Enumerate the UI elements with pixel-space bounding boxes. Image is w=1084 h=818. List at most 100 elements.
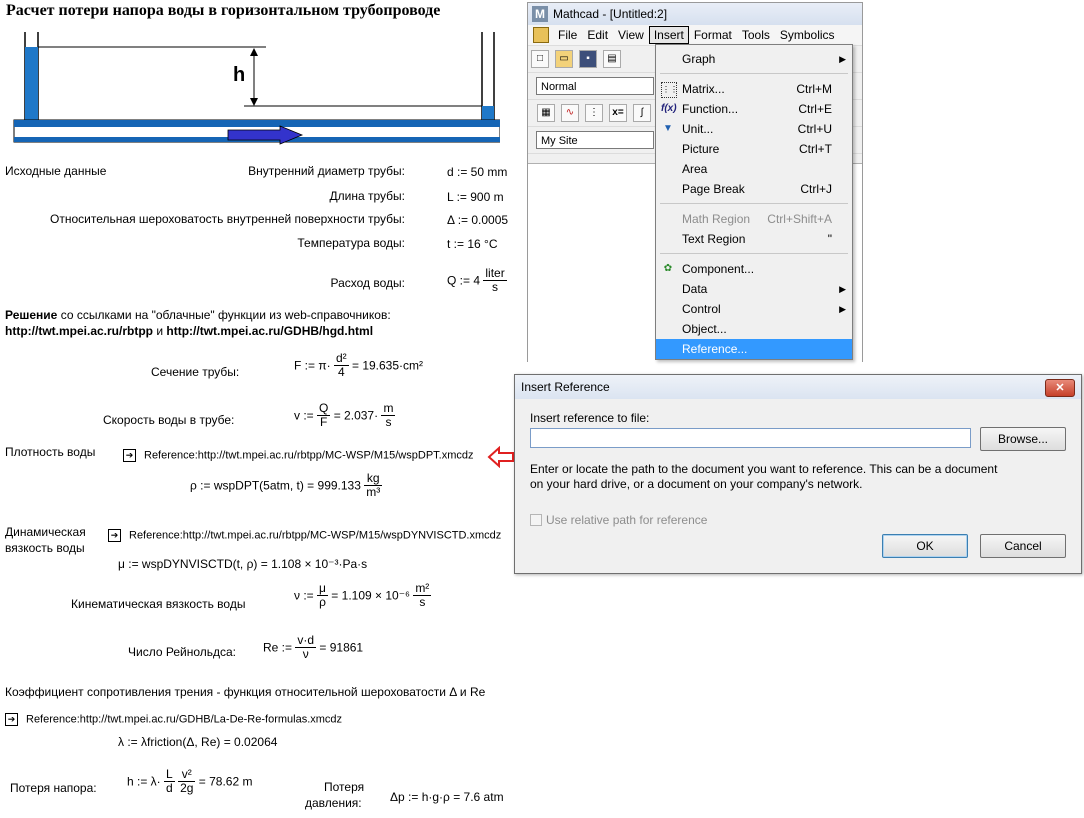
menu-item-reference[interactable]: Reference... bbox=[656, 339, 852, 359]
mathcad-logo-icon: M bbox=[532, 6, 548, 22]
temperature-expr: t := 16 °C bbox=[447, 237, 498, 251]
red-pointer-arrow-icon bbox=[487, 446, 514, 468]
dynvisc-reference[interactable]: ➔ Reference:http://twt.mpei.ac.ru/rbtpp/M… bbox=[108, 529, 501, 542]
open-folder-icon[interactable]: ▭ bbox=[555, 50, 573, 68]
window-title: Mathcad - [Untitled:2] bbox=[553, 7, 668, 21]
flow-expr: Q := 4 liter s bbox=[447, 266, 507, 294]
menu-insert[interactable]: Insert bbox=[648, 26, 689, 44]
menu-symbolics[interactable]: Symbolics bbox=[775, 26, 840, 44]
velocity-label: Скорость воды в трубе: bbox=[103, 413, 235, 427]
calculator-icon[interactable]: ▦ bbox=[537, 104, 555, 122]
relative-path-label: Use relative path for reference bbox=[546, 513, 708, 527]
menu-item-page-break[interactable]: Page Break Ctrl+J bbox=[656, 179, 852, 199]
length-label: Длина трубы: bbox=[329, 189, 405, 203]
insert-reference-dialog: Insert Reference ✕ Insert reference to f… bbox=[514, 374, 1082, 574]
menu-format[interactable]: Format bbox=[689, 26, 737, 44]
reference-arrow-icon: ➔ bbox=[108, 529, 121, 542]
menu-item-area[interactable]: Area bbox=[656, 159, 852, 179]
reference-field-label: Insert reference to file: bbox=[530, 411, 650, 425]
reference-arrow-icon: ➔ bbox=[123, 449, 136, 462]
dynvisc-label-line1: Динамическая bbox=[5, 525, 86, 539]
matrix-icon: ⋮⋮ bbox=[661, 82, 678, 98]
menu-item-text-region[interactable]: Text Region " bbox=[656, 229, 852, 249]
relative-path-checkbox[interactable] bbox=[530, 514, 542, 526]
reference-arrow-icon: ➔ bbox=[5, 713, 18, 726]
submenu-arrow-icon: ▶ bbox=[839, 304, 846, 314]
new-document-icon[interactable]: □ bbox=[531, 50, 549, 68]
menu-view[interactable]: View bbox=[613, 26, 649, 44]
help-text-line1: Enter or locate the path to the document… bbox=[530, 462, 998, 476]
temperature-label: Температура воды: bbox=[297, 236, 405, 250]
submenu-arrow-icon: ▶ bbox=[839, 54, 846, 64]
save-icon[interactable]: ▪ bbox=[579, 50, 597, 68]
headloss-expr: h := λ· Ld v² 2g = 78.62 m bbox=[127, 767, 253, 795]
menu-item-unit[interactable]: ▼ Unit... Ctrl+U bbox=[656, 119, 852, 139]
component-icon: ✿ bbox=[663, 263, 673, 274]
reference-path-input[interactable] bbox=[530, 428, 971, 448]
menu-edit[interactable]: Edit bbox=[582, 26, 613, 44]
cancel-button[interactable]: Cancel bbox=[980, 534, 1066, 558]
link-rbtpp[interactable]: http://twt.mpei.ac.ru/rbtpp bbox=[5, 324, 153, 338]
dynvisc-label-line2: вязкость воды bbox=[5, 541, 85, 555]
print-icon[interactable]: ▤ bbox=[603, 50, 621, 68]
link-gdhb[interactable]: http://twt.mpei.ac.ru/GDHB/hgd.html bbox=[166, 324, 373, 338]
pipe-diagram bbox=[13, 32, 500, 145]
flow-label: Расход воды: bbox=[330, 276, 405, 290]
menu-item-matrix[interactable]: ⋮⋮ Matrix... Ctrl+M bbox=[656, 79, 852, 99]
evaluation-icon[interactable]: x= bbox=[609, 104, 627, 122]
menu-item-function[interactable]: f(x) Function... Ctrl+E bbox=[656, 99, 852, 119]
matrix-icon[interactable]: ⋮ bbox=[585, 104, 603, 122]
submenu-arrow-icon: ▶ bbox=[839, 284, 846, 294]
close-icon[interactable]: ✕ bbox=[1045, 379, 1075, 397]
density-label: Плотность воды bbox=[5, 445, 96, 459]
reynolds-expr: Re := v·d ν = 91861 bbox=[263, 633, 364, 661]
calculus-icon[interactable]: ∫ bbox=[633, 104, 651, 122]
document-icon bbox=[533, 27, 549, 43]
menu-item-data[interactable]: Data ▶ bbox=[656, 279, 852, 299]
menu-tools[interactable]: Tools bbox=[737, 26, 775, 44]
menu-item-control[interactable]: Control ▶ bbox=[656, 299, 852, 319]
style-combo[interactable]: Normal bbox=[536, 77, 654, 95]
density-expr: ρ := wspDPT(5atm, t) = 999.133 kg m³ bbox=[190, 471, 383, 499]
density-reference[interactable]: ➔ Reference:http://twt.mpei.ac.ru/rbtpp/M… bbox=[123, 449, 474, 462]
pressure-expr: Δp := h·g·ρ = 7.6 atm bbox=[390, 790, 504, 804]
browse-button[interactable]: Browse... bbox=[980, 427, 1066, 451]
solution-intro: Решение со ссылками на "облачные" функци… bbox=[5, 308, 391, 322]
diameter-label: Внутренний диаметр трубы: bbox=[248, 164, 405, 178]
menu-item-component[interactable]: ✿ Component... bbox=[656, 259, 852, 279]
length-expr: L := 900 m bbox=[447, 190, 504, 204]
site-combo[interactable]: My Site bbox=[536, 131, 654, 149]
reynolds-label: Число Рейнольдса: bbox=[128, 645, 236, 659]
dialog-title: Insert Reference bbox=[521, 380, 610, 394]
mathcad-titlebar: M Mathcad - [Untitled:2] bbox=[528, 3, 862, 25]
headloss-label: Потеря напора: bbox=[10, 781, 97, 795]
velocity-expr: v := QF = 2.037· ms bbox=[294, 401, 396, 429]
friction-reference[interactable]: ➔ Reference:http://twt.mpei.ac.ru/GDHB/La… bbox=[5, 713, 342, 726]
solution-links: http://twt.mpei.ac.ru/rbtpp и http://twt… bbox=[5, 324, 374, 338]
kinvisc-label: Кинематическая вязкость воды bbox=[71, 597, 246, 611]
diameter-expr: d := 50 mm bbox=[447, 165, 508, 179]
function-icon: f(x) bbox=[661, 103, 677, 114]
kinvisc-expr: ν := μρ = 1.109 × 10⁻⁶ m² s bbox=[294, 581, 432, 609]
graph-icon[interactable]: ∿ bbox=[561, 104, 579, 122]
unit-icon: ▼ bbox=[663, 123, 673, 134]
menu-file[interactable]: File bbox=[553, 26, 582, 44]
ok-button[interactable]: OK bbox=[882, 534, 968, 558]
inputs-section-label: Исходные данные bbox=[5, 164, 107, 178]
help-text-line2: on your hard drive, or a document on you… bbox=[530, 477, 863, 491]
page-title: Расчет потери напора воды в горизонтальн… bbox=[6, 2, 441, 19]
menu-item-picture[interactable]: Picture Ctrl+T bbox=[656, 139, 852, 159]
dialog-titlebar: Insert Reference ✕ bbox=[515, 375, 1081, 399]
roughness-label: Относительная шероховатость внутренней п… bbox=[50, 212, 405, 226]
menubar: File Edit View Insert Format Tools Symbo… bbox=[528, 25, 862, 46]
h-dimension-label: h bbox=[233, 64, 246, 86]
menu-item-object[interactable]: Object... bbox=[656, 319, 852, 339]
dynvisc-expr: μ := wspDYNVISCTD(t, ρ) = 1.108 × 10⁻³·P… bbox=[118, 557, 368, 571]
section-area-label: Сечение трубы: bbox=[151, 365, 240, 379]
pressure-label-line2: давления: bbox=[305, 796, 362, 810]
friction-expr: λ := λfriction(Δ, Re) = 0.02064 bbox=[118, 735, 278, 749]
menu-item-graph[interactable]: Graph ▶ bbox=[656, 49, 852, 69]
section-area-expr: F := π· d² 4 = 19.635·cm² bbox=[294, 351, 424, 379]
roughness-expr: Δ := 0.0005 bbox=[447, 213, 509, 227]
friction-label: Коэффициент сопротивления трения - функц… bbox=[5, 685, 486, 699]
